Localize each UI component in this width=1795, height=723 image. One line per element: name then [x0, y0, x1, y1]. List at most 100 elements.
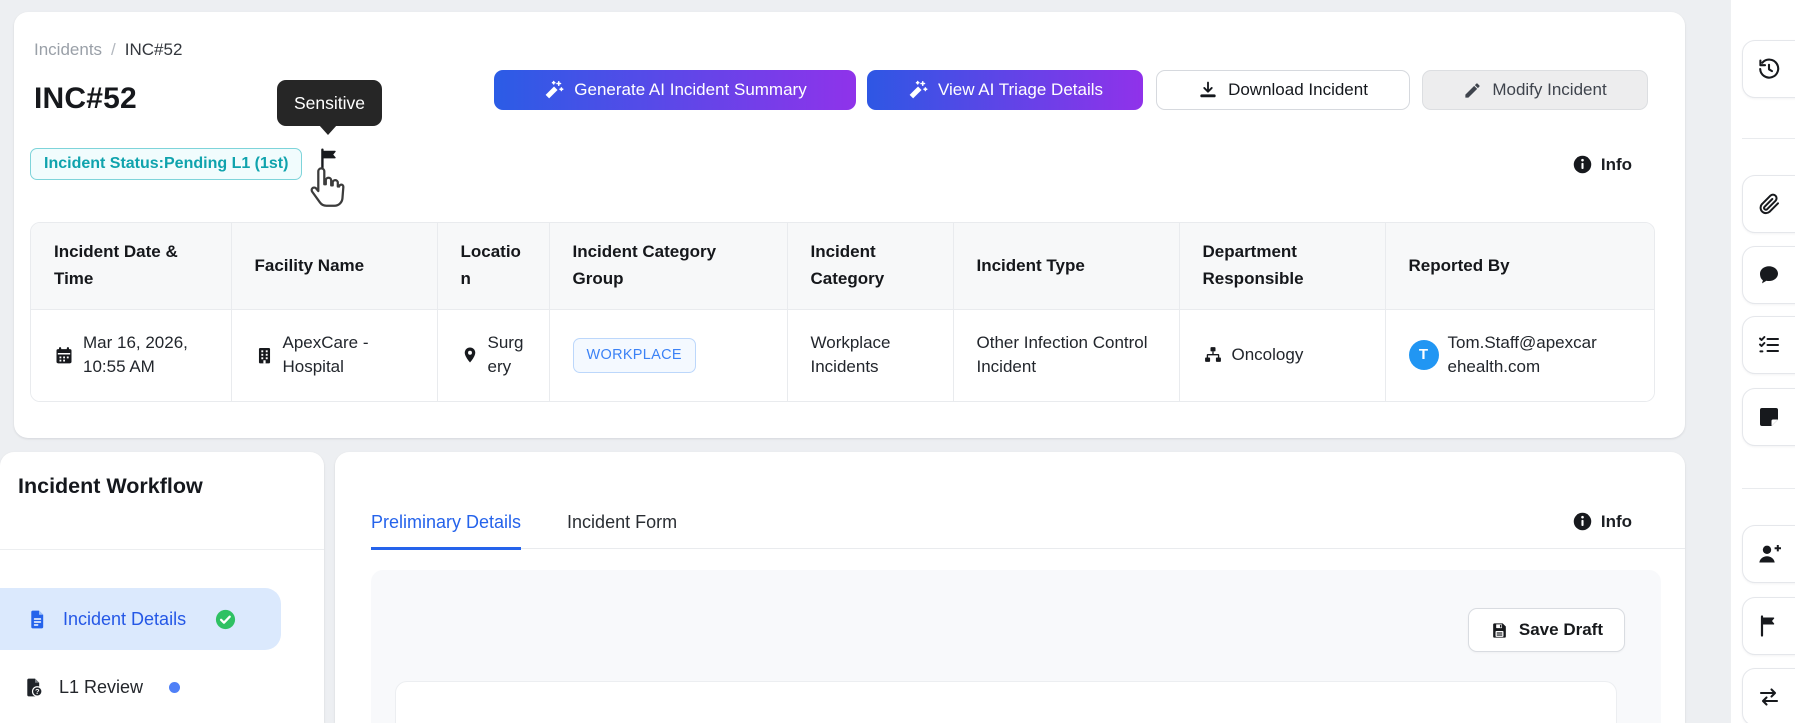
cell-department: Oncology	[1178, 309, 1385, 401]
breadcrumb-incidents[interactable]: Incidents	[34, 40, 102, 59]
reporter-avatar: T	[1408, 340, 1439, 371]
paperclip-icon	[1757, 192, 1781, 216]
tab-info-label: Info	[1600, 511, 1632, 531]
document-icon	[27, 609, 48, 630]
incident-status-badge: Incident Status:Pending L1 (1st)	[30, 148, 303, 180]
sitemap-icon	[1203, 345, 1223, 365]
facility-name-value: ApexCare - Hospital	[282, 332, 369, 377]
magic-wand-icon	[543, 80, 564, 101]
location-value: Surgery	[487, 332, 524, 377]
checklist-icon	[1757, 333, 1781, 357]
tabs-bar: Preliminary Details Incident Form	[371, 494, 1685, 550]
note-icon	[1757, 405, 1781, 429]
incident-header-card: Incidents / INC#52 INC#52 Incident Status:…	[14, 12, 1685, 438]
save-icon	[1490, 621, 1509, 640]
view-ai-triage-button[interactable]: View AI Triage Details	[867, 70, 1143, 110]
attachments-button[interactable]	[1742, 175, 1795, 233]
download-incident-button[interactable]: Download Incident	[1156, 70, 1410, 110]
transfer-button[interactable]	[1742, 668, 1795, 723]
workflow-title: Incident Workflow	[18, 474, 203, 498]
flag-icon	[317, 147, 343, 173]
check-circle-icon	[214, 608, 237, 631]
modify-incident-label: Modify Incident	[1492, 80, 1607, 99]
save-draft-button[interactable]: Save Draft	[1467, 608, 1625, 652]
tab-preliminary-details[interactable]: Preliminary Details	[371, 512, 522, 550]
incident-page: Incidents / INC#52 INC#52 Incident Status:…	[0, 0, 1795, 723]
column-header-facility: Facility Name	[230, 223, 437, 309]
column-header-reported-by: Reported By	[1384, 223, 1654, 309]
modify-incident-button[interactable]: Modify Incident	[1422, 70, 1648, 110]
page-title: INC#52	[34, 82, 137, 115]
rail-divider	[1742, 138, 1795, 139]
workflow-item-label: Incident Details	[63, 608, 187, 629]
checklist-button[interactable]	[1742, 316, 1795, 374]
header-info-button[interactable]: Info	[1572, 154, 1632, 175]
incident-detail-panel: Preliminary Details Incident Form Info S…	[335, 452, 1685, 723]
breadcrumb-separator: /	[111, 40, 116, 59]
right-tool-rail	[1730, 0, 1795, 723]
tab-incident-form[interactable]: Incident Form	[567, 512, 677, 550]
workflow-divider	[0, 549, 324, 550]
breadcrumb-current: INC#52	[124, 40, 183, 59]
column-header-datetime: Incident Date & Time	[31, 223, 231, 309]
preliminary-details-panel: Save Draft	[371, 570, 1661, 723]
table-row: Mar 16, 2026, 10:55 AM ApexCare - Hospit…	[31, 309, 1654, 401]
cell-facility: ApexCare - Hospital	[230, 309, 437, 401]
generate-ai-summary-button[interactable]: Generate AI Incident Summary	[494, 70, 856, 110]
column-header-category-group: Incident Category Group	[548, 223, 787, 309]
incident-datetime-value: Mar 16, 2026, 10:55 AM	[83, 332, 188, 377]
workflow-item-label: L1 Review	[59, 676, 144, 697]
flag-button[interactable]	[1742, 597, 1795, 655]
workflow-item-l1-review[interactable]: ? L1 Review	[0, 650, 281, 723]
flag-icon	[1757, 614, 1781, 638]
workflow-item-incident-details[interactable]: Incident Details	[0, 588, 281, 650]
cell-reported-by: T Tom.Staff@apexcarehealth.com	[1384, 309, 1654, 401]
download-icon	[1198, 80, 1218, 100]
rail-divider	[1742, 488, 1795, 489]
comment-icon	[1757, 263, 1781, 287]
cell-datetime: Mar 16, 2026, 10:55 AM	[31, 309, 231, 401]
swap-arrows-icon	[1757, 685, 1781, 709]
in-progress-dot	[169, 681, 181, 693]
sensitive-tooltip: Sensitive	[277, 80, 383, 135]
save-draft-label: Save Draft	[1518, 620, 1603, 639]
cell-type: Other Infection Control Incident	[952, 309, 1179, 401]
department-value: Oncology	[1231, 344, 1304, 364]
magic-wand-icon	[907, 80, 928, 101]
cell-category-group: WORKPLACE	[548, 309, 787, 401]
incident-category-value: Workplace Incidents	[810, 332, 891, 377]
column-header-type: Incident Type	[952, 223, 1179, 309]
header-info-label: Info	[1600, 154, 1632, 174]
calendar-icon	[54, 345, 74, 365]
incident-workflow-panel: Incident Workflow Incident Details ? L1 …	[0, 452, 324, 723]
incident-type-value: Other Infection Control Incident	[976, 332, 1148, 377]
column-header-category: Incident Category	[786, 223, 953, 309]
view-ai-triage-label: View AI Triage Details	[937, 80, 1104, 99]
cell-category: Workplace Incidents	[786, 309, 953, 401]
tab-info-button[interactable]: Info	[1572, 511, 1632, 532]
info-icon	[1572, 154, 1593, 175]
generate-ai-summary-label: Generate AI Incident Summary	[574, 80, 807, 99]
category-group-badge: WORKPLACE	[572, 337, 696, 373]
info-icon	[1572, 511, 1593, 532]
map-pin-icon	[461, 346, 479, 364]
building-icon	[255, 346, 274, 365]
sensitive-flag-button[interactable]	[314, 144, 346, 176]
reporter-email: Tom.Staff@apexcarehealth.com	[1447, 332, 1597, 377]
notes-button[interactable]	[1742, 388, 1795, 446]
cell-location: Surgery	[436, 309, 549, 401]
history-button[interactable]	[1742, 40, 1795, 98]
incident-summary-table: Incident Date & Time Facility Name Locat…	[30, 222, 1655, 402]
breadcrumb: Incidents / INC#52	[34, 40, 182, 60]
svg-text:?: ?	[35, 686, 40, 695]
assign-user-button[interactable]	[1742, 525, 1795, 583]
download-incident-label: Download Incident	[1228, 80, 1368, 99]
column-header-department: Department Responsible	[1178, 223, 1385, 309]
history-icon	[1757, 57, 1781, 81]
document-question-icon: ?	[23, 677, 44, 698]
form-section-placeholder	[395, 681, 1617, 723]
column-header-location: Location	[436, 223, 549, 309]
pencil-icon	[1463, 81, 1482, 100]
comments-button[interactable]	[1742, 246, 1795, 304]
person-add-icon	[1757, 542, 1781, 566]
